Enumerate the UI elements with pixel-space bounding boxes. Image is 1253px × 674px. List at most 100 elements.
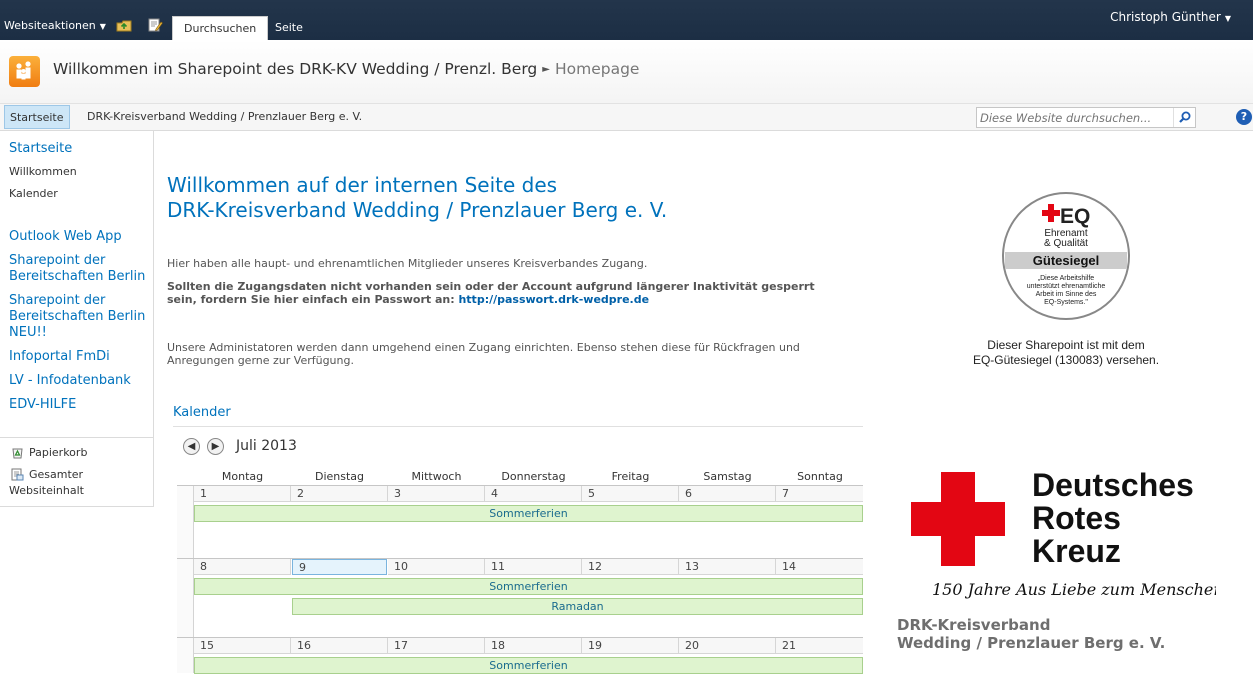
calendar-day[interactable]: 13: [679, 559, 776, 575]
user-name: Christoph Günther: [1110, 10, 1221, 24]
leftnav-item-lv-infodatenbank[interactable]: LV - Infodatenbank: [9, 373, 131, 389]
weekday-header: Dienstag: [314, 470, 365, 483]
site-actions-label: Websiteaktionen: [4, 19, 96, 32]
admin-text-line1: Unsere Administatoren werden dann umgehe…: [167, 341, 800, 354]
calendar-day[interactable]: 12: [582, 559, 679, 575]
topnav-site-link[interactable]: DRK-Kreisverband Wedding / Prenzlauer Be…: [87, 110, 362, 123]
calendar-day[interactable]: 7: [776, 486, 863, 502]
weekday-header: Mittwoch: [411, 470, 462, 483]
week-gutter: [177, 559, 194, 637]
password-link[interactable]: http://passwort.drk-wedpre.de: [458, 293, 649, 306]
calendar-day[interactable]: 18: [485, 638, 582, 654]
calendar-day[interactable]: 8: [194, 559, 291, 575]
seal-quote-1: „Diese Arbeitshilfe: [1038, 275, 1095, 282]
arrow-left-icon[interactable]: ◀: [183, 438, 200, 455]
site-logo-icon[interactable]: [9, 56, 40, 87]
password-text-line1: Sollten die Zugangsdaten nicht vorhanden…: [167, 280, 815, 293]
people-icon: [16, 61, 31, 80]
leftnav-item-sharepoint-bereitschaften-neu[interactable]: Sharepoint der Bereitschaften Berlin NEU…: [9, 293, 154, 341]
calendar-webpart-title[interactable]: Kalender: [173, 405, 231, 420]
seal-caption-line2: EQ-Gütesiegel (130083) versehen.: [972, 353, 1160, 367]
site-title-link[interactable]: Willkommen im Sharepoint des DRK-KV Wedd…: [53, 60, 537, 78]
welcome-heading-line1: Willkommen auf der internen Seite des: [167, 173, 558, 197]
seal-quote-2: unterstützt ehrenamtliche: [1027, 283, 1106, 290]
password-text-line2: sein, fordern Sie hier einfach ein Passw…: [167, 293, 815, 306]
tab-browse[interactable]: Durchsuchen: [172, 16, 269, 40]
calendar-event-ramadan[interactable]: Ramadan: [292, 598, 863, 615]
help-icon[interactable]: ?: [1236, 109, 1252, 125]
ribbon-bar: Websiteaktionen ▼ Durchsuchen Seite Chris…: [0, 0, 1253, 40]
seal-line2: & Qualität: [1044, 238, 1088, 249]
calendar-event-sommerferien[interactable]: Sommerferien: [194, 505, 863, 522]
leftnav-item-startseite[interactable]: Startseite: [9, 141, 72, 157]
logo-line3: Kreuz: [1032, 533, 1121, 569]
arrow-right-icon[interactable]: ▶: [207, 438, 224, 455]
calendar-week: 15 16 17 18 19 20 21 Sommerferien: [177, 637, 863, 674]
calendar-day[interactable]: 5: [582, 486, 679, 502]
calendar-day[interactable]: 15: [194, 638, 291, 654]
seal-brand: EQ: [1060, 205, 1090, 228]
calendar-day[interactable]: 16: [291, 638, 388, 654]
seal-band: Gütesiegel: [1033, 253, 1099, 268]
org-name-line1: DRK-Kreisverband: [897, 616, 1051, 634]
weekday-header: Sonntag: [797, 470, 843, 483]
org-name: DRK-Kreisverband Wedding / Prenzlauer Be…: [897, 616, 1165, 652]
logo-line2: Rotes: [1032, 500, 1121, 536]
leftnav-item-outlook[interactable]: Outlook Web App: [9, 229, 122, 245]
calendar-event-sommerferien[interactable]: Sommerferien: [194, 657, 863, 674]
webpart-title-divider: [173, 426, 863, 427]
calendar-day[interactable]: 20: [679, 638, 776, 654]
calendar-day[interactable]: 11: [485, 559, 582, 575]
leftnav-item-kalender[interactable]: Kalender: [9, 186, 58, 202]
calendar-day[interactable]: 17: [388, 638, 485, 654]
calendar-month-label: Juli 2013: [236, 438, 297, 454]
password-text-prefix: sein, fordern Sie hier einfach ein Passw…: [167, 293, 455, 306]
welcome-heading: Willkommen auf der internen Seite des DR…: [167, 173, 667, 223]
calendar-day[interactable]: 6: [679, 486, 776, 502]
leftnav-recycle-bin[interactable]: Papierkorb: [29, 445, 87, 461]
navigate-up-icon[interactable]: [116, 17, 132, 33]
password-paragraph: Sollten die Zugangsdaten nicht vorhanden…: [167, 280, 815, 306]
calendar-day-today[interactable]: 9: [292, 559, 387, 575]
topnav-home-tab[interactable]: Startseite: [4, 105, 70, 129]
page-title: Willkommen im Sharepoint des DRK-KV Wedd…: [53, 60, 639, 78]
search-icon: [1179, 111, 1191, 123]
site-actions-menu[interactable]: Websiteaktionen ▼: [4, 19, 106, 32]
edit-page-icon[interactable]: [147, 17, 163, 33]
quick-launch: Startseite Willkommen Kalender Outlook W…: [0, 131, 154, 507]
leftnav-item-edv-hilfe[interactable]: EDV-HILFE: [9, 397, 76, 413]
search-button[interactable]: [1173, 108, 1195, 127]
calendar-event-sommerferien[interactable]: Sommerferien: [194, 578, 863, 595]
leftnav-all-site-content[interactable]: Gesamter Websiteinhalt: [9, 467, 119, 499]
admin-text-line2: Anregungen gerne zur Verfügung.: [167, 354, 354, 367]
calendar-day[interactable]: 3: [388, 486, 485, 502]
calendar-day[interactable]: 1: [194, 486, 291, 502]
search-box: [976, 107, 1196, 128]
seal-quote-4: EQ-Systems.": [1044, 299, 1088, 306]
calendar-day[interactable]: 2: [291, 486, 388, 502]
seal-caption-line1: Dieser Sharepoint ist mit dem: [987, 338, 1145, 352]
breadcrumb-arrow-icon: ►: [542, 64, 550, 75]
weekday-header: Montag: [221, 470, 264, 483]
calendar-day[interactable]: 10: [388, 559, 485, 575]
week-gutter: [177, 638, 194, 673]
seal-caption: Dieser Sharepoint ist mit dem EQ-Gütesie…: [926, 338, 1206, 368]
leftnav-divider: [0, 437, 154, 438]
user-menu[interactable]: Christoph Günther ▼: [1110, 10, 1231, 24]
search-input[interactable]: [980, 110, 1170, 125]
weekday-header: Freitag: [611, 470, 650, 483]
tab-page[interactable]: Seite: [264, 16, 314, 40]
eq-seal-image: EQ Ehrenamt & Qualität Gütesiegel „Diese…: [1002, 192, 1130, 320]
week-gutter: [177, 486, 194, 558]
calendar-day[interactable]: 14: [776, 559, 863, 575]
calendar-day[interactable]: 4: [485, 486, 582, 502]
chevron-down-icon: ▼: [1224, 14, 1231, 23]
chevron-down-icon: ▼: [99, 22, 106, 31]
leftnav-item-infoportal[interactable]: Infoportal FmDi: [9, 349, 110, 365]
calendar-day[interactable]: 19: [582, 638, 679, 654]
calendar-week: 8 9 10 11 12 13 14 Sommerferien Ramadan: [177, 558, 863, 637]
leftnav-item-sharepoint-bereitschaften[interactable]: Sharepoint der Bereitschaften Berlin: [9, 253, 154, 285]
leftnav-item-willkommen[interactable]: Willkommen: [9, 164, 77, 180]
calendar-day[interactable]: 21: [776, 638, 863, 654]
weekday-header: Samstag: [703, 470, 752, 483]
